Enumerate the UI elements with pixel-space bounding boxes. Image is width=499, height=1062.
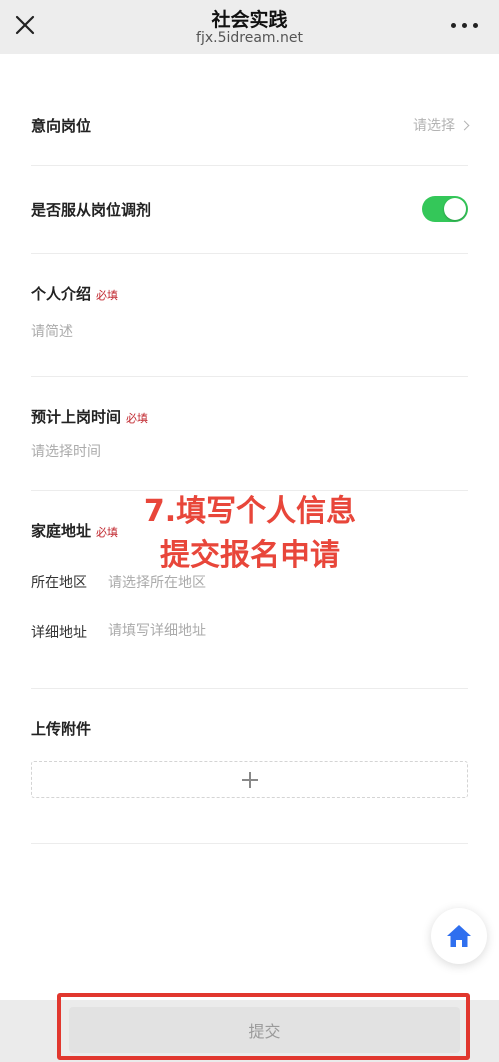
toggle-knob <box>444 198 466 220</box>
address-label: 家庭地址 必填 <box>31 520 118 541</box>
start-time-label-text: 预计上岗时间 <box>31 408 122 426</box>
instruction-annotation: 7.填写个人信息 提交报名申请 <box>120 490 380 578</box>
divider <box>31 376 468 377</box>
position-select[interactable]: 请选择 <box>413 115 470 135</box>
top-nav-bar: 社会实践 fjx.5idream.net <box>0 0 499 54</box>
page-domain: fjx.5idream.net <box>196 30 303 46</box>
required-badge: 必填 <box>126 412 149 425</box>
required-badge: 必填 <box>96 526 119 539</box>
position-select-text: 请选择 <box>413 118 455 134</box>
address-label-text: 家庭地址 <box>31 522 92 540</box>
divider <box>31 688 468 689</box>
start-time-label: 预计上岗时间 必填 <box>31 406 148 427</box>
annotation-line-2: 提交报名申请 <box>160 538 340 573</box>
obey-adjust-label: 是否服从岗位调剂 <box>31 201 152 219</box>
home-button[interactable] <box>431 908 487 964</box>
plus-icon <box>241 771 258 788</box>
chevron-right-icon <box>459 120 470 131</box>
page-title: 社会实践 <box>211 9 288 31</box>
divider <box>31 843 468 844</box>
position-label: 意向岗位 <box>31 117 92 135</box>
region-label: 所在地区 <box>31 575 87 591</box>
detail-address-input[interactable] <box>108 619 468 643</box>
annotation-line-1: 7.填写个人信息 <box>143 494 357 529</box>
detail-address-label: 详细地址 <box>31 625 87 641</box>
start-time-picker[interactable]: 请选择时间 <box>31 441 101 461</box>
upload-attachment-button[interactable] <box>31 761 468 798</box>
divider <box>31 165 468 166</box>
home-icon <box>447 925 471 947</box>
more-options-icon[interactable] <box>449 13 481 37</box>
obey-adjust-toggle[interactable] <box>422 196 468 222</box>
intro-label-text: 个人介绍 <box>31 285 92 303</box>
attachment-label: 上传附件 <box>31 720 92 738</box>
submit-button[interactable]: 提交 <box>69 1007 460 1053</box>
divider <box>31 253 468 254</box>
required-badge: 必填 <box>96 289 119 302</box>
intro-input[interactable] <box>31 321 468 343</box>
intro-label: 个人介绍 必填 <box>31 283 118 304</box>
